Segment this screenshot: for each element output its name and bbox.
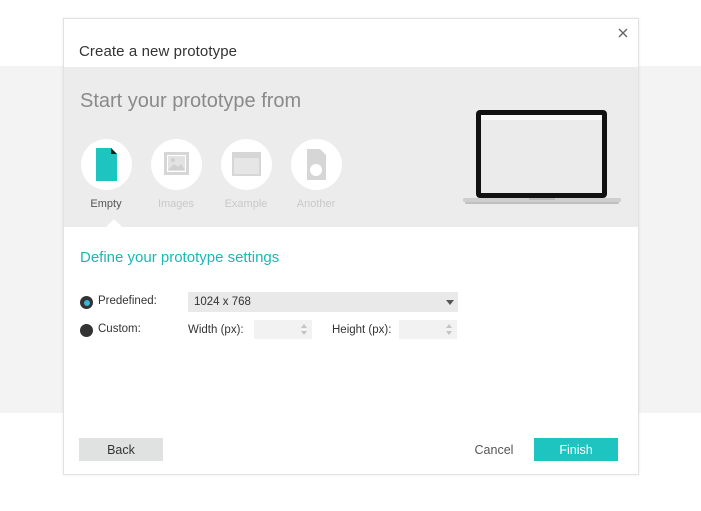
option-empty-label: Empty (90, 198, 122, 210)
height-input[interactable] (399, 320, 443, 339)
panel-heading: Start your prototype from (80, 90, 302, 112)
option-empty-circle (80, 139, 132, 190)
option-another[interactable]: Another (290, 139, 342, 210)
option-images-label: Images (157, 198, 195, 210)
stepper-down-icon[interactable] (301, 331, 307, 335)
predefined-size-select[interactable]: 1024 x 768 (188, 292, 458, 312)
stepper-down-icon[interactable] (446, 331, 452, 335)
option-images-circle (150, 139, 202, 190)
width-input[interactable] (254, 320, 298, 339)
predefined-label[interactable]: Predefined: (98, 295, 157, 307)
image-icon (163, 152, 189, 175)
predefined-size-value: 1024 x 768 (194, 296, 251, 308)
stepper-up-icon[interactable] (301, 324, 307, 328)
option-empty[interactable]: Empty (80, 139, 132, 210)
browser-window-icon (231, 152, 261, 176)
document-icon (95, 148, 117, 181)
width-stepper-arrows[interactable] (301, 324, 309, 335)
close-icon[interactable] (616, 26, 630, 40)
option-example[interactable]: Example (220, 139, 272, 210)
cancel-button[interactable]: Cancel (464, 438, 524, 461)
custom-radio[interactable] (80, 324, 93, 337)
custom-label[interactable]: Custom: (98, 323, 141, 335)
settings-heading: Define your prototype settings (80, 249, 280, 266)
height-stepper-arrows[interactable] (446, 324, 454, 335)
finish-button[interactable]: Finish (534, 438, 618, 461)
stepper-up-icon[interactable] (446, 324, 452, 328)
option-images[interactable]: Images (150, 139, 202, 210)
back-button[interactable]: Back (79, 438, 163, 461)
predefined-radio[interactable] (80, 296, 93, 309)
document-circle-icon (306, 149, 326, 180)
width-stepper[interactable] (254, 320, 312, 339)
laptop-preview (463, 110, 621, 211)
height-label: Height (px): (332, 324, 392, 336)
option-example-label: Example (224, 198, 268, 210)
chevron-down-icon (446, 300, 454, 305)
option-another-circle (290, 139, 342, 190)
selection-caret (106, 219, 122, 227)
option-another-label: Another (296, 198, 336, 210)
height-stepper[interactable] (399, 320, 457, 339)
width-label: Width (px): (188, 324, 244, 336)
create-prototype-dialog: Create a new prototype Start your protot… (63, 18, 639, 475)
template-panel: Start your prototype from Empty Images E… (64, 67, 638, 227)
option-example-circle (220, 139, 272, 190)
laptop-icon (463, 110, 621, 204)
dialog-title: Create a new prototype (79, 43, 238, 60)
